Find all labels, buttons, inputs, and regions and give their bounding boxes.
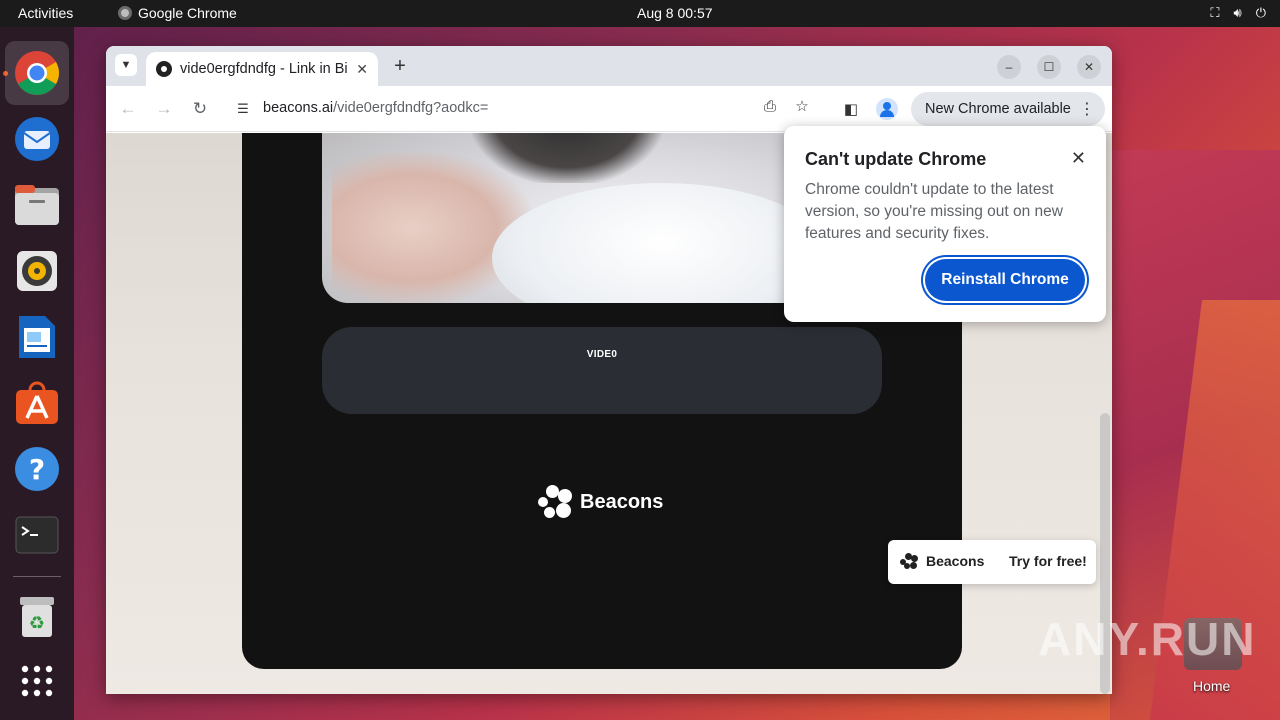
beacons-logo-icon [900,553,918,569]
dock-trash[interactable]: ♻ [5,585,69,649]
tab-search-button[interactable]: ▼ [115,54,137,76]
beacons-brand-text: Beacons [580,490,664,513]
maximize-button[interactable]: ☐ [1037,55,1061,79]
update-error-dialog: Can't update Chrome ✕ Chrome couldn't up… [784,126,1106,322]
tab-title: vide0ergfdndfg - Link in Bio & Creator T… [180,61,348,77]
files-icon [15,185,59,225]
writer-icon [19,316,55,358]
beacons-footer-logo[interactable]: Beacons [538,485,663,519]
dock: ? ♻ [0,27,74,720]
minimize-icon: – [1005,60,1013,74]
help-icon: ? [15,447,59,491]
kebab-menu-icon[interactable]: ⋮ [1079,99,1095,119]
badge-brand-text: Beacons [926,553,985,569]
dock-files[interactable] [5,173,69,237]
maximize-icon: ☐ [1043,60,1055,74]
plus-icon: + [394,54,406,77]
dock-app-grid[interactable] [5,649,69,713]
top-bar: Activities Google Chrome Aug 8 00:57 ⛶ 🔊… [0,0,1280,27]
photo-detail [492,183,832,303]
dock-separator [13,576,61,577]
close-icon: ✕ [1083,60,1095,74]
svg-text:♻: ♻ [29,613,45,634]
dock-app-center[interactable] [5,371,69,435]
app-menu[interactable]: Google Chrome [118,5,237,21]
arrow-right-icon: → [155,99,173,118]
bookmark-star-icon[interactable]: ☆ [790,94,814,118]
tab-close-icon[interactable]: ✕ [356,61,368,78]
arrow-left-icon: ← [119,99,137,118]
side-panel-icon[interactable]: ◧ [839,97,863,121]
chrome-icon [15,51,59,95]
video-link-label: VIDE0 [586,349,618,360]
dialog-title: Can't update Chrome [805,149,987,169]
back-button[interactable]: ← [116,97,140,121]
dock-thunderbird[interactable] [5,107,69,171]
url-text: beacons.ai/vide0ergfdndfg?aodkc= [263,100,488,116]
reload-button[interactable]: ↻ [188,97,212,121]
dock-terminal[interactable] [5,503,69,567]
reinstall-chrome-button[interactable]: Reinstall Chrome [925,259,1085,301]
beacons-logo-icon [538,485,574,519]
volume-icon: 🔊︎ [1233,5,1242,20]
install-app-icon[interactable]: ⎙ [758,94,782,118]
dialog-close-icon[interactable]: ✕ [1071,148,1086,169]
rhythmbox-icon [17,251,57,291]
network-icon: ⛶ [1210,5,1220,20]
update-chip-label: New Chrome available [925,101,1071,117]
beacons-cta-badge[interactable]: Beacons Try for free! [888,540,1096,584]
chevron-down-icon: ▼ [120,59,132,71]
beacons-favicon-icon [156,61,172,77]
url-host: beacons.ai [263,100,334,116]
photo-detail [472,133,662,183]
anyrun-watermark: ANY.RUN [1038,613,1257,665]
dialog-body: Chrome couldn't update to the latest ver… [805,181,1063,242]
system-tray[interactable]: ⛶ 🔊︎ ⏻ [1210,5,1266,21]
dock-rhythmbox[interactable] [5,239,69,303]
trash-icon: ♻ [20,597,54,637]
badge-brand-group: Beacons [900,553,984,569]
clock[interactable]: Aug 8 00:57 [637,5,713,21]
home-folder-label: Home [1193,678,1231,694]
power-icon: ⏻ [1255,5,1266,20]
chrome-icon [118,6,132,20]
thunderbird-icon [15,117,59,161]
omnibox[interactable]: ☰ beacons.ai/vide0ergfdndfg?aodkc= [228,93,816,125]
tab-strip: ▼ vide0ergfdndfg - Link in Bio & Creator… [106,46,1112,86]
url-path: /vide0ergfdndfg?aodkc= [333,100,489,116]
activities-button[interactable]: Activities [18,5,73,21]
dock-chrome[interactable] [5,41,69,105]
dock-writer[interactable] [5,305,69,369]
terminal-icon [15,516,59,554]
dock-help[interactable]: ? [5,437,69,501]
profile-avatar-icon[interactable] [876,98,898,120]
close-window-button[interactable]: ✕ [1077,55,1101,79]
new-chrome-available-button[interactable]: New Chrome available ⋮ [911,92,1105,126]
reload-icon: ↻ [192,99,208,118]
svg-text:?: ? [29,453,45,486]
minimize-button[interactable]: – [997,55,1021,79]
forward-button[interactable]: → [152,97,176,121]
app-grid-icon [21,665,53,697]
app-name: Google Chrome [138,5,237,21]
site-info-icon[interactable]: ☰ [234,100,252,118]
new-tab-button[interactable]: + [388,54,412,78]
tab-active[interactable]: vide0ergfdndfg - Link in Bio & Creator T… [146,52,378,86]
try-for-free-link[interactable]: Try for free! [1009,553,1087,569]
video-link-button[interactable]: VIDE0 [322,327,882,414]
app-center-icon [16,381,58,424]
